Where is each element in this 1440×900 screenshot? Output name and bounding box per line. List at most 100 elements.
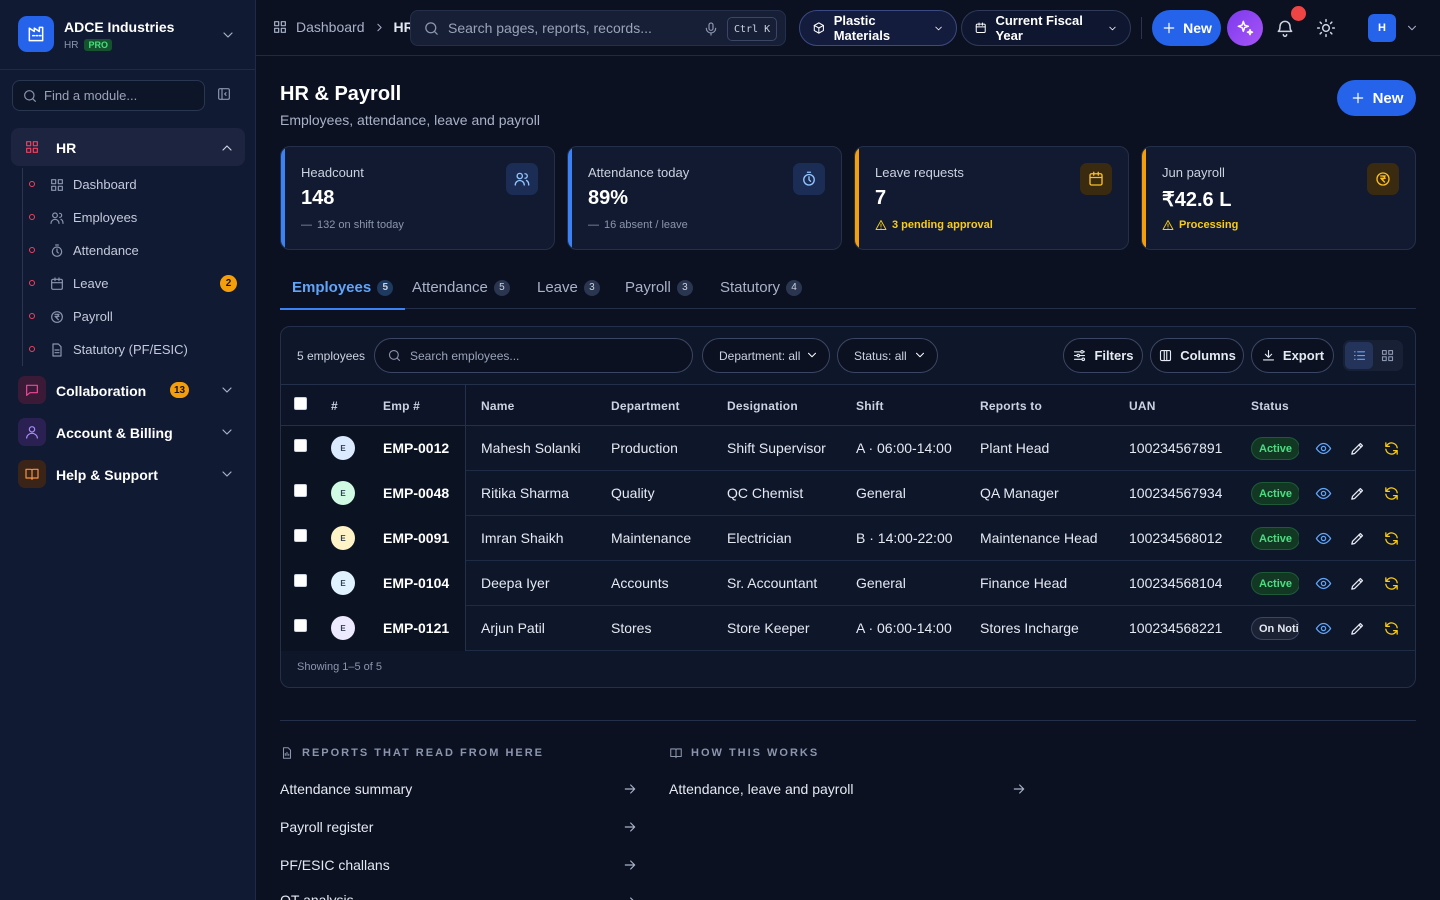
module-search-input[interactable]: [44, 88, 194, 103]
department-filter[interactable]: Department: all: [702, 338, 830, 373]
kpi-card-leave[interactable]: Leave requests 7 3 pending approval: [854, 146, 1129, 250]
report-link-pf-esic-challans[interactable]: PF/ESIC challans: [280, 853, 638, 877]
column-header-status[interactable]: Status: [1251, 399, 1289, 413]
period-label: Current Fiscal Year: [995, 13, 1083, 43]
eye-icon[interactable]: [1315, 485, 1332, 502]
business-unit-select[interactable]: Plastic Materials: [799, 10, 957, 46]
refresh-icon[interactable]: [1383, 530, 1400, 547]
filters-button[interactable]: Filters: [1063, 338, 1143, 373]
view-toggle: [1343, 340, 1403, 371]
pencil-icon[interactable]: [1349, 530, 1366, 547]
sidebar-item-statutory[interactable]: Statutory (PF/ESIC): [23, 333, 244, 366]
column-header-designation[interactable]: Designation: [727, 399, 798, 413]
pencil-icon[interactable]: [1349, 440, 1366, 457]
bell-icon[interactable]: [1275, 18, 1295, 38]
tab-leave[interactable]: Leave 3: [537, 266, 600, 309]
pencil-icon[interactable]: [1349, 620, 1366, 637]
sidebar-item-leave[interactable]: Leave 2: [23, 267, 244, 300]
eye-icon[interactable]: [1315, 620, 1332, 637]
table-row[interactable]: E EMP-0104 Deepa Iyer Accounts Sr. Accou…: [281, 561, 1415, 606]
column-header-uan[interactable]: UAN: [1129, 399, 1156, 413]
row-checkbox[interactable]: [294, 439, 307, 452]
employee-search-input[interactable]: [410, 348, 670, 363]
eye-icon[interactable]: [1315, 530, 1332, 547]
module-search[interactable]: [12, 80, 205, 111]
eye-icon[interactable]: [1315, 575, 1332, 592]
org-switcher[interactable]: ADCE Industries HR PRO: [0, 0, 256, 70]
report-link-ot-analysis[interactable]: OT analysis: [280, 886, 638, 900]
microphone-icon[interactable]: [703, 21, 719, 37]
tab-attendance[interactable]: Attendance 5: [412, 266, 510, 309]
refresh-icon[interactable]: [1383, 485, 1400, 502]
export-button[interactable]: Export: [1251, 338, 1334, 373]
cell-emp[interactable]: EMP-0104: [383, 575, 449, 591]
reports-heading-text: REPORTS THAT READ FROM HERE: [302, 747, 545, 759]
column-header-emp[interactable]: Emp #: [383, 399, 420, 413]
bullet-icon: [29, 181, 35, 187]
chevron-down-icon: [219, 382, 235, 398]
report-link-payroll-register[interactable]: Payroll register: [280, 815, 638, 839]
sidebar-group-account-billing[interactable]: Account & Billing: [11, 414, 245, 450]
employees-panel: 5 employees Department: all Status: all …: [280, 326, 1416, 688]
list-view-icon[interactable]: [1345, 342, 1373, 369]
grid-view-icon[interactable]: [1373, 342, 1401, 369]
refresh-icon[interactable]: [1383, 620, 1400, 637]
eye-icon[interactable]: [1315, 440, 1332, 457]
cell-emp[interactable]: EMP-0121: [383, 620, 449, 636]
avatar[interactable]: H: [1368, 14, 1396, 42]
pencil-icon[interactable]: [1349, 575, 1366, 592]
table-row[interactable]: E EMP-0121 Arjun Patil Stores Store Keep…: [281, 606, 1415, 651]
kpi-card-headcount[interactable]: Headcount 148 — 132 on shift today: [280, 146, 555, 250]
sidebar-group-hr[interactable]: HR: [11, 128, 245, 166]
chat-icon: [18, 376, 46, 404]
cell-emp[interactable]: EMP-0091: [383, 530, 449, 546]
row-checkbox[interactable]: [294, 619, 307, 632]
column-header-shift[interactable]: Shift: [856, 399, 884, 413]
column-header-name[interactable]: Name: [481, 399, 514, 413]
ai-assistant-button[interactable]: [1227, 10, 1263, 46]
table-row[interactable]: E EMP-0091 Imran Shaikh Maintenance Elec…: [281, 516, 1415, 561]
row-checkbox[interactable]: [294, 529, 307, 542]
report-link-attendance-summary[interactable]: Attendance summary: [280, 777, 638, 801]
pencil-icon[interactable]: [1349, 485, 1366, 502]
sidebar-group-help-support[interactable]: Help & Support: [11, 456, 245, 492]
table-row[interactable]: E EMP-0048 Ritika Sharma Quality QC Chem…: [281, 471, 1415, 516]
new-button[interactable]: New: [1152, 10, 1221, 46]
sidebar-item-dashboard[interactable]: Dashboard: [23, 168, 244, 201]
new-record-button[interactable]: New: [1337, 80, 1416, 116]
sidebar-item-attendance[interactable]: Attendance: [23, 234, 244, 267]
row-checkbox[interactable]: [294, 574, 307, 587]
how-link-attendance-leave-payroll[interactable]: Attendance, leave and payroll: [669, 777, 1027, 801]
employee-search[interactable]: [374, 338, 693, 373]
refresh-icon[interactable]: [1383, 575, 1400, 592]
kpi-card-payroll[interactable]: Jun payroll ₹42.6 L Processing: [1141, 146, 1416, 250]
sidebar-collapse-icon[interactable]: [216, 86, 232, 102]
row-checkbox[interactable]: [294, 484, 307, 497]
tab-employees[interactable]: Employees 5: [280, 266, 406, 310]
sidebar-item-payroll[interactable]: Payroll: [23, 300, 244, 333]
tab-statutory[interactable]: Statutory 4: [720, 266, 803, 309]
chevron-down-icon[interactable]: [220, 27, 236, 43]
sidebar-group-collaboration[interactable]: Collaboration 13: [11, 372, 245, 408]
breadcrumb-dashboard[interactable]: Dashboard: [296, 19, 365, 35]
kpi-card-attendance[interactable]: Attendance today 89% — 16 absent / leave: [567, 146, 842, 250]
columns-button[interactable]: Columns: [1150, 338, 1244, 373]
chevron-down-icon[interactable]: [1405, 21, 1419, 35]
refresh-icon[interactable]: [1383, 440, 1400, 457]
global-search-input[interactable]: [448, 20, 688, 36]
sun-icon[interactable]: [1316, 18, 1336, 38]
column-header-reports-to[interactable]: Reports to: [980, 399, 1042, 413]
cell-emp[interactable]: EMP-0012: [383, 440, 449, 456]
column-header-department[interactable]: Department: [611, 399, 680, 413]
cell-emp[interactable]: EMP-0048: [383, 485, 449, 501]
sidebar-item-employees[interactable]: Employees: [23, 201, 244, 234]
kpi-value: 148: [301, 187, 335, 209]
global-search[interactable]: Ctrl K: [410, 10, 786, 46]
table-row[interactable]: E EMP-0012 Mahesh Solanki Production Shi…: [281, 426, 1415, 471]
tab-payroll[interactable]: Payroll 3: [625, 266, 693, 309]
status-filter[interactable]: Status: all: [837, 338, 938, 373]
chevron-down-icon: [915, 352, 925, 358]
period-select[interactable]: Current Fiscal Year: [961, 10, 1131, 46]
tab-label: Payroll: [625, 279, 671, 296]
select-all-checkbox[interactable]: [294, 397, 307, 410]
